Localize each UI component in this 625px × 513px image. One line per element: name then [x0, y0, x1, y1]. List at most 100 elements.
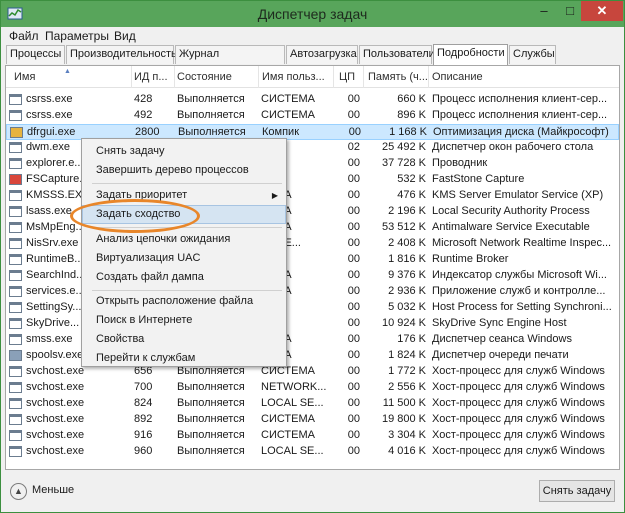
cell-mem: 532 K — [397, 173, 426, 185]
cell-cpu: 00 — [347, 349, 360, 361]
table-row[interactable]: svchost.exe 700 Выполняется NETWORK... 00 2 5… — [6, 380, 619, 396]
cell-mem: 4 016 K — [388, 445, 426, 457]
cell-mem: 176 K — [397, 333, 426, 345]
cell-mem: 3 304 K — [388, 429, 426, 441]
cell-name: dfrgui.exe — [27, 126, 76, 138]
tab-startup[interactable]: Автозагрузка — [286, 45, 358, 64]
cell-desc: Проводник — [432, 157, 488, 169]
cell-mem: 53 512 K — [381, 221, 426, 233]
menu-item-set-affinity[interactable]: Задать сходство — [82, 205, 286, 224]
column-description[interactable]: Описание — [432, 71, 483, 83]
cell-pid: 960 — [134, 445, 153, 457]
column-state[interactable]: Состояние — [177, 71, 232, 83]
cell-cpu: 00 — [347, 93, 360, 105]
menu-item-go-to-services[interactable]: Перейти к службам — [82, 349, 286, 368]
process-icon — [9, 174, 22, 185]
menu-item-set-priority[interactable]: Задать приоритет ▶ — [82, 186, 286, 205]
cell-mem: 10 924 K — [381, 317, 426, 329]
cell-desc: Хост-процесс для служб Windows — [432, 429, 605, 441]
cell-name: svchost.exe — [26, 381, 85, 393]
title-bar[interactable]: Диспетчер задач – □ ✕ — [1, 1, 624, 27]
table-row[interactable]: svchost.exe 916 Выполняется СИСТЕМА 00 3 304 … — [6, 428, 619, 444]
table-row[interactable]: svchost.exe 892 Выполняется СИСТЕМА 00 19 800… — [6, 412, 619, 428]
table-row[interactable]: csrss.exe 492 Выполняется СИСТЕМА 00 896 K Про… — [6, 108, 619, 124]
cell-mem: 2 408 K — [388, 237, 426, 249]
cell-cpu: 00 — [347, 381, 360, 393]
cell-state: Выполняется — [177, 445, 245, 457]
minimize-button[interactable]: – — [531, 1, 557, 21]
menu-view[interactable]: Вид — [114, 29, 136, 43]
tab-app-history[interactable]: Журнал приложений — [175, 45, 285, 77]
tab-processes[interactable]: Процессы — [6, 45, 65, 64]
fewer-details-link[interactable]: Меньше — [32, 484, 74, 496]
menu-options[interactable]: Параметры — [45, 29, 109, 43]
cell-cpu: 00 — [347, 205, 360, 217]
cell-mem: 660 K — [397, 93, 426, 105]
cell-cpu: 00 — [347, 397, 360, 409]
tab-details[interactable]: Подробности — [433, 44, 508, 65]
cell-mem: 19 800 K — [381, 413, 426, 425]
cell-cpu: 00 — [348, 126, 361, 138]
menu-item-end-process-tree[interactable]: Завершить дерево процессов — [82, 161, 286, 180]
cell-name: svchost.exe — [26, 445, 85, 457]
menu-bar: Файл Параметры Вид — [1, 27, 624, 45]
cell-user: СИСТЕМА — [261, 93, 315, 105]
cell-state: Выполняется — [177, 93, 245, 105]
column-pid[interactable]: ИД п... — [134, 71, 168, 83]
menu-item-uac-virtualization[interactable]: Виртуализация UAC — [82, 249, 286, 268]
cell-pid: 492 — [134, 109, 153, 121]
cell-cpu: 00 — [347, 317, 360, 329]
process-icon — [9, 158, 22, 169]
cell-cpu: 00 — [347, 269, 360, 281]
cell-user: Компик — [262, 126, 300, 138]
cell-cpu: 02 — [347, 141, 360, 153]
cell-state: Выполняется — [178, 126, 246, 138]
cell-mem: 1 772 K — [388, 365, 426, 377]
process-icon — [9, 286, 22, 297]
process-icon — [9, 270, 22, 281]
cell-cpu: 00 — [347, 109, 360, 121]
cell-user: СИСТЕМА — [261, 413, 315, 425]
column-name[interactable]: Имя — [14, 71, 35, 83]
menu-item-search-online[interactable]: Поиск в Интернете — [82, 311, 286, 330]
process-icon — [9, 302, 22, 313]
cell-desc: Процесс исполнения клиент-сер... — [432, 109, 608, 121]
cell-user: СИСТЕМА — [261, 429, 315, 441]
menu-item-open-file-location[interactable]: Открыть расположение файла — [82, 292, 286, 311]
tab-strip: Процессы Производительность Журнал прило… — [1, 44, 624, 77]
cell-mem: 1 824 K — [388, 349, 426, 361]
cell-state: Выполняется — [177, 381, 245, 393]
cell-desc: Индексатор службы Microsoft Wi... — [432, 269, 607, 281]
cell-cpu: 00 — [347, 173, 360, 185]
table-row[interactable]: csrss.exe 428 Выполняется СИСТЕМА 00 660 K Про… — [6, 92, 619, 108]
table-row[interactable]: svchost.exe 824 Выполняется LOCAL SE... 00 11… — [6, 396, 619, 412]
chevron-up-icon[interactable]: ▲ — [10, 483, 27, 500]
close-button[interactable]: ✕ — [581, 1, 623, 21]
menu-file[interactable]: Файл — [9, 29, 39, 43]
column-memory[interactable]: Память (ч... — [368, 71, 428, 83]
tab-services[interactable]: Службы — [509, 45, 556, 64]
cell-mem: 1 816 K — [388, 253, 426, 265]
menu-item-create-dump[interactable]: Создать файл дампа — [82, 268, 286, 287]
cell-cpu: 00 — [347, 301, 360, 313]
column-user[interactable]: Имя польз... — [262, 71, 325, 83]
cell-mem: 9 376 K — [388, 269, 426, 281]
cell-name: svchost.exe — [26, 413, 85, 425]
cell-name: svchost.exe — [26, 429, 85, 441]
table-row[interactable]: svchost.exe 960 Выполняется LOCAL SE... 00 4 … — [6, 444, 619, 460]
tab-users[interactable]: Пользователи — [359, 45, 435, 64]
cell-desc: Хост-процесс для служб Windows — [432, 397, 605, 409]
menu-item-properties[interactable]: Свойства — [82, 330, 286, 349]
cell-desc: FastStone Capture — [432, 173, 525, 185]
cell-cpu: 00 — [347, 429, 360, 441]
maximize-button[interactable]: □ — [557, 1, 583, 21]
menu-item-analyze-wait-chain[interactable]: Анализ цепочки ожидания — [82, 230, 286, 249]
tab-performance[interactable]: Производительность — [66, 45, 177, 64]
process-icon — [9, 398, 22, 409]
process-icon — [9, 414, 22, 425]
menu-item-end-task[interactable]: Снять задачу — [82, 142, 286, 161]
process-icon — [9, 142, 22, 153]
cell-pid: 700 — [134, 381, 153, 393]
column-cpu[interactable]: ЦП — [339, 71, 355, 83]
end-task-button[interactable]: Снять задачу — [539, 480, 615, 502]
